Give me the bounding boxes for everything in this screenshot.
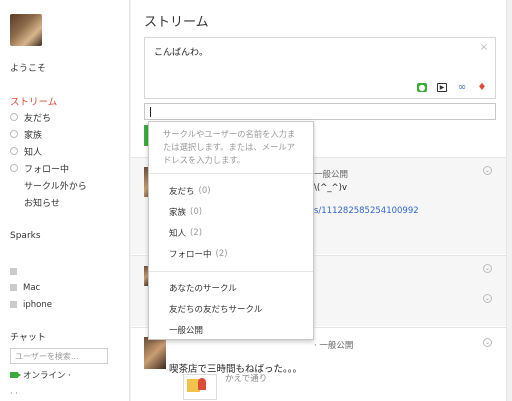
location-icon[interactable]: ♦ (477, 83, 487, 93)
spark-item-mac[interactable]: Mac (10, 281, 40, 294)
camera-icon (10, 372, 21, 378)
spark-label: iphone (23, 299, 52, 310)
image-content (198, 378, 206, 390)
post-link[interactable]: s/111282585254100992 (314, 206, 419, 216)
chat-status[interactable]: オンライン · (10, 369, 71, 381)
radio-icon (10, 147, 18, 155)
scrollbar[interactable] (506, 0, 512, 401)
item-label: 家族 (169, 208, 187, 218)
item-count: (2) (215, 249, 228, 259)
spark-item-iphone[interactable]: iphone (10, 298, 52, 311)
post-text: \(^_^)v (314, 183, 348, 193)
profile-avatar[interactable] (10, 14, 42, 46)
avatar[interactable] (144, 337, 166, 369)
share-box[interactable]: こんばんわ。 × ● ▶ ∞ ♦ (144, 37, 496, 99)
dropdown-item-extended-circles[interactable]: 友だちの友だちサークル (169, 302, 262, 316)
chat-heading: チャット (10, 333, 46, 343)
audience-dropdown: サークルやユーザーの名前を入力または選択します。または、メールアドレスを入力しま… (148, 121, 314, 340)
spark-label: Mac (23, 282, 41, 293)
sidebar-item-label: フォロー中 (24, 164, 70, 175)
divider (149, 173, 313, 174)
radio-icon (10, 113, 18, 121)
text-caret (150, 107, 151, 117)
dropdown-item-family[interactable]: 家族 (0) (169, 205, 202, 219)
link-icon[interactable]: ∞ (457, 83, 467, 93)
dropdown-item-following[interactable]: フォロー中 (2) (169, 247, 228, 261)
camera-icon[interactable]: ● (417, 83, 427, 92)
sidebar-item-label: サークル外から (24, 181, 87, 192)
post-visibility: 一般公開 (314, 170, 349, 180)
spark-item[interactable] (10, 265, 23, 278)
dropdown-hint: サークルやユーザーの名前を入力または選択します。または、メールアドレスを入力しま… (163, 129, 296, 165)
post-image[interactable] (183, 374, 217, 400)
share-textarea[interactable]: こんばんわ。 (154, 45, 208, 58)
spark-icon (10, 284, 17, 291)
sidebar-item-notifications[interactable]: お知らせ (10, 195, 60, 209)
sidebar-item-stream[interactable]: ストリーム (10, 94, 57, 108)
item-label: 友だち (169, 187, 195, 197)
sidebar-item-label: 知人 (24, 147, 43, 158)
chat-status-label: オンライン · (23, 371, 71, 381)
collapse-icon[interactable]: ⌄ (483, 264, 492, 273)
sidebar-item-incoming[interactable]: サークル外から (10, 178, 87, 192)
spark-icon (10, 268, 17, 275)
collapse-icon[interactable]: ⌄ (483, 338, 492, 347)
radio-icon (10, 130, 18, 138)
item-count: (0) (190, 207, 203, 217)
sparks-heading[interactable]: Sparks (10, 231, 41, 241)
page-title: ストリーム (144, 15, 209, 30)
item-label: 知人 (169, 229, 187, 239)
sidebar-item-following[interactable]: フォロー中 (10, 161, 69, 175)
item-label: フォロー中 (169, 250, 212, 260)
sidebar-item-label: お知らせ (24, 198, 60, 209)
radio-icon (10, 164, 18, 172)
chat-search-input[interactable]: ユーザーを検索... (10, 348, 108, 364)
sidebar: ようこそ ストリーム 友だち 家族 知人 フォロー中 サークル外から お知らせ … (0, 0, 130, 401)
share-attachments: ● ▶ ∞ ♦ (417, 83, 487, 93)
video-icon[interactable]: ▶ (437, 83, 447, 92)
divider (149, 271, 313, 272)
collapse-icon[interactable]: ⌄ (483, 166, 492, 175)
collapse-icon[interactable]: ⌄ (483, 294, 492, 303)
dropdown-item-friends[interactable]: 友だち (0) (169, 184, 211, 198)
sidebar-item-friends[interactable]: 友だち (10, 110, 51, 124)
audience-input[interactable] (144, 103, 496, 120)
item-count: (2) (190, 228, 203, 238)
sidebar-item-family[interactable]: 家族 (10, 127, 42, 141)
post-image-caption[interactable]: かえで通り (225, 372, 267, 384)
close-icon[interactable]: × (480, 42, 488, 53)
more-indicator: · · (10, 389, 18, 398)
sidebar-item-label: 家族 (24, 130, 43, 141)
spark-icon (10, 301, 17, 308)
dropdown-item-public[interactable]: 一般公開 (169, 323, 203, 337)
sidebar-item-acquaintances[interactable]: 知人 (10, 144, 42, 158)
dropdown-item-your-circles[interactable]: あなたのサークル (169, 281, 237, 295)
welcome-link[interactable]: ようこそ (10, 61, 46, 74)
sidebar-item-label: 友だち (24, 113, 52, 124)
dropdown-item-acquaintances[interactable]: 知人 (2) (169, 226, 202, 240)
item-count: (0) (198, 186, 211, 196)
post-visibility: · 一般公開 (314, 341, 354, 351)
